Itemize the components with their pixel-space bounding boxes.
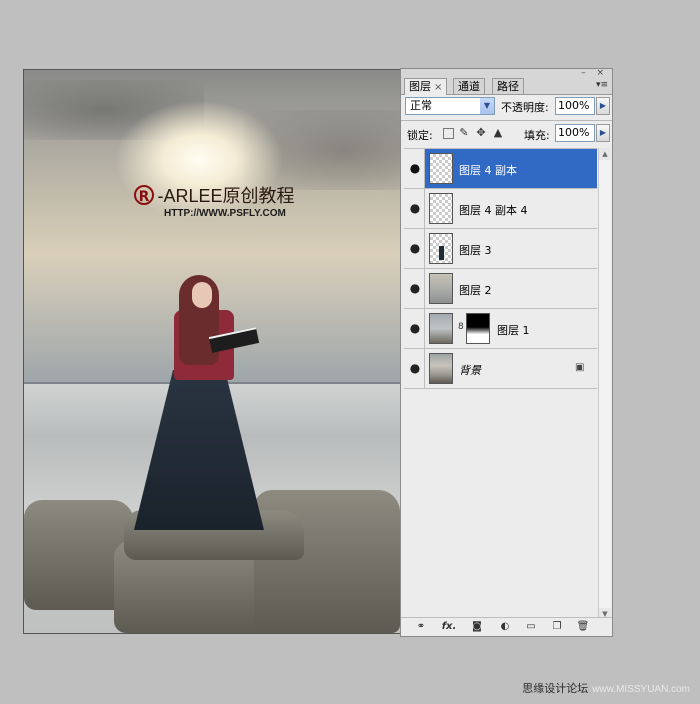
layer-name: 图层 1 — [497, 324, 530, 337]
layer-row[interactable]: ● 图层 4 副本 — [404, 149, 597, 189]
layers-list: ● 图层 4 副本 ● 图层 4 副本 4 ● 图层 3 ● 图层 2 ● 8 … — [404, 148, 597, 614]
layer-row[interactable]: ● 图层 3 — [404, 229, 597, 269]
chevron-down-icon[interactable]: ▼ — [480, 98, 494, 114]
fill-label: 填充: — [524, 129, 550, 142]
trash-icon[interactable]: 🗑 — [575, 621, 591, 633]
blend-row: 正常 ▼ 不透明度: 100% ▶ — [405, 97, 610, 117]
layer-thumbnail — [429, 313, 453, 344]
eye-icon: ● — [409, 241, 421, 255]
tab-label: 图层 — [409, 80, 431, 93]
lock-icon: ▣ — [575, 362, 585, 373]
layer-row[interactable]: ● 图层 4 副本 4 — [404, 189, 597, 229]
layer-thumbnail — [429, 153, 453, 184]
fill-slider-arrow-icon[interactable]: ▶ — [596, 124, 610, 142]
layers-panel: – × 图层 × 通道 路径 ▾≡ 正常 ▼ 不透明度: 100% ▶ 锁定: ✎… — [400, 68, 613, 637]
blend-mode-value: 正常 — [410, 99, 432, 112]
document-canvas[interactable]: R -ARLEE原创教程 HTTP://WWW.PSFLY.COM — [23, 69, 401, 634]
tab-paths[interactable]: 路径 — [492, 78, 524, 94]
mask-icon[interactable]: ◙ — [469, 621, 485, 633]
lock-transparency-icon[interactable] — [443, 128, 454, 139]
fx-icon[interactable]: fx. — [441, 621, 457, 633]
divider — [401, 120, 612, 121]
layer-name: 图层 4 副本 — [459, 164, 517, 177]
tab-channels[interactable]: 通道 — [453, 78, 485, 94]
layer-name: 图层 3 — [459, 244, 492, 257]
tab-layers[interactable]: 图层 × — [404, 78, 448, 95]
watermark: R -ARLEE原创教程 HTTP://WWW.PSFLY.COM — [134, 182, 334, 219]
opacity-input[interactable]: 100% — [555, 97, 595, 115]
panel-menu-icon[interactable]: ▾≡ — [596, 80, 608, 90]
lock-brush-icon[interactable]: ✎ — [458, 127, 470, 139]
tab-label: 通道 — [458, 80, 480, 93]
layer-name: 背景 — [459, 364, 481, 377]
layers-scrollbar[interactable]: ▲ ▼ — [598, 148, 611, 620]
eye-icon: ● — [409, 201, 421, 215]
visibility-toggle[interactable]: ● — [404, 229, 425, 268]
visibility-toggle[interactable]: ● — [404, 309, 425, 348]
adjustment-icon[interactable]: ◐ — [497, 621, 513, 633]
opacity-slider-arrow-icon[interactable]: ▶ — [596, 97, 610, 115]
site-watermark: 思缘设计论坛 www.MISSYUAN.com — [522, 680, 690, 696]
visibility-toggle[interactable]: ● — [404, 189, 425, 228]
visibility-toggle[interactable]: ● — [404, 149, 425, 188]
tab-label: 路径 — [497, 80, 519, 93]
registered-logo-icon: R — [134, 185, 154, 205]
new-layer-icon[interactable]: ❐ — [549, 621, 565, 633]
close-icon[interactable]: × — [434, 82, 442, 93]
panel-tabs: 图层 × 通道 路径 ▾≡ — [401, 77, 612, 95]
link-icon[interactable]: ⚭ — [413, 621, 429, 633]
layer-mask-thumbnail[interactable] — [466, 313, 490, 344]
layer-thumbnail — [429, 193, 453, 224]
visibility-toggle[interactable]: ● — [404, 349, 425, 388]
watermark-title: -ARLEE原创教程 — [157, 186, 295, 206]
layer-row[interactable]: ● 8 图层 1 — [404, 309, 597, 349]
layer-thumbnail — [429, 353, 453, 384]
folder-icon[interactable]: ▭ — [523, 621, 539, 633]
layer-row[interactable]: ● 图层 2 — [404, 269, 597, 309]
fill-input[interactable]: 100% — [555, 124, 595, 142]
scroll-up-icon[interactable]: ▲ — [599, 148, 611, 160]
panel-bottom-toolbar: ⚭ fx. ◙ ◐ ▭ ❐ 🗑 — [401, 617, 612, 636]
footer-site: www.MISSYUAN.com — [592, 684, 690, 695]
layer-thumbnail — [429, 233, 453, 264]
girl-head — [192, 282, 212, 308]
watermark-url: HTTP://WWW.PSFLY.COM — [164, 208, 286, 219]
layer-thumbnail — [429, 273, 453, 304]
eye-icon: ● — [409, 161, 421, 175]
opacity-label: 不透明度: — [501, 101, 549, 114]
footer-text: 思缘设计论坛 — [522, 682, 589, 695]
blend-mode-select[interactable]: 正常 ▼ — [405, 97, 495, 115]
lock-label: 锁定: — [407, 129, 433, 142]
layer-row[interactable]: ● 背景 ▣ — [404, 349, 597, 389]
panel-titlebar[interactable]: – × — [401, 68, 612, 78]
eye-icon: ● — [409, 321, 421, 335]
lock-row: 锁定: ✎ ✥ ▲ 填充: 100% ▶ — [405, 124, 610, 144]
lock-all-icon[interactable]: ▲ — [492, 127, 504, 139]
eye-icon: ● — [409, 361, 421, 375]
link-chain-icon[interactable]: 8 — [458, 322, 464, 332]
layer-name: 图层 2 — [459, 284, 492, 297]
layer-name: 图层 4 副本 4 — [459, 204, 528, 217]
visibility-toggle[interactable]: ● — [404, 269, 425, 308]
lock-move-icon[interactable]: ✥ — [475, 127, 487, 139]
eye-icon: ● — [409, 281, 421, 295]
